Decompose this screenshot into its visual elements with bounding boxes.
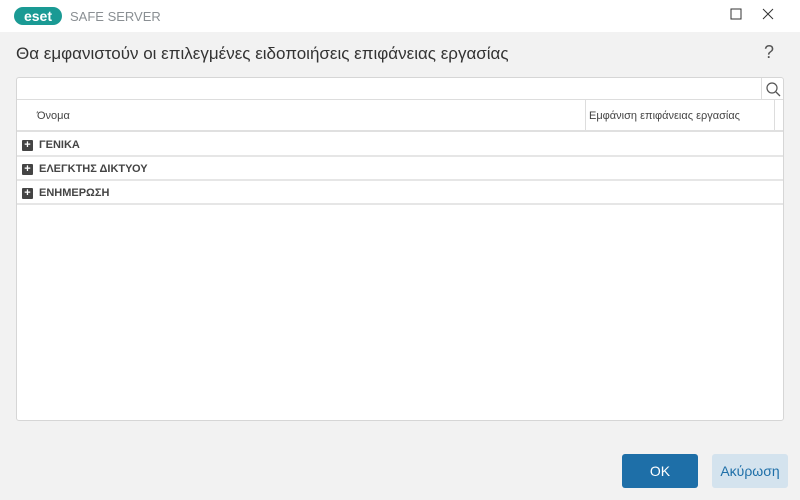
search-button[interactable]: [761, 78, 783, 100]
search-input[interactable]: [17, 78, 783, 100]
group-row-general[interactable]: + ΓΕΝΙΚΑ: [17, 133, 783, 157]
group-label: ΓΕΝΙΚΑ: [39, 139, 80, 151]
close-button[interactable]: [758, 6, 778, 26]
group-label: ΕΝΗΜΕΡΩΣΗ: [39, 187, 110, 199]
product-name: SAFE SERVER: [70, 9, 161, 24]
maximize-icon: [730, 8, 742, 20]
column-desktop-display[interactable]: Εμφάνιση επιφάνειας εργασίας: [585, 100, 775, 130]
title-bar: eset SAFE SERVER: [0, 0, 800, 32]
column-name[interactable]: Όνομα: [37, 110, 70, 122]
notifications-panel: Όνομα Εμφάνιση επιφάνειας εργασίας + ΓΕΝ…: [16, 77, 784, 421]
expand-icon[interactable]: +: [22, 188, 33, 199]
help-button[interactable]: ?: [764, 42, 774, 63]
ok-button[interactable]: OK: [622, 454, 698, 488]
maximize-button[interactable]: [726, 6, 746, 26]
dialog-title: Θα εμφανιστούν οι επιλεγμένες ειδοποιήσε…: [16, 44, 509, 63]
expand-icon[interactable]: +: [22, 140, 33, 151]
table-header: Όνομα Εμφάνιση επιφάνειας εργασίας: [17, 100, 783, 132]
group-row-update[interactable]: + ΕΝΗΜΕΡΩΣΗ: [17, 181, 783, 205]
group-label: ΕΛΕΓΚΤΗΣ ΔΙΚΤΥΟΥ: [39, 163, 148, 175]
cancel-button[interactable]: Ακύρωση: [712, 454, 788, 488]
search-icon: [766, 82, 781, 97]
eset-logo: eset: [14, 7, 62, 25]
group-row-network-inspector[interactable]: + ΕΛΕΓΚΤΗΣ ΔΙΚΤΥΟΥ: [17, 157, 783, 181]
expand-icon[interactable]: +: [22, 164, 33, 175]
close-icon: [762, 8, 774, 20]
